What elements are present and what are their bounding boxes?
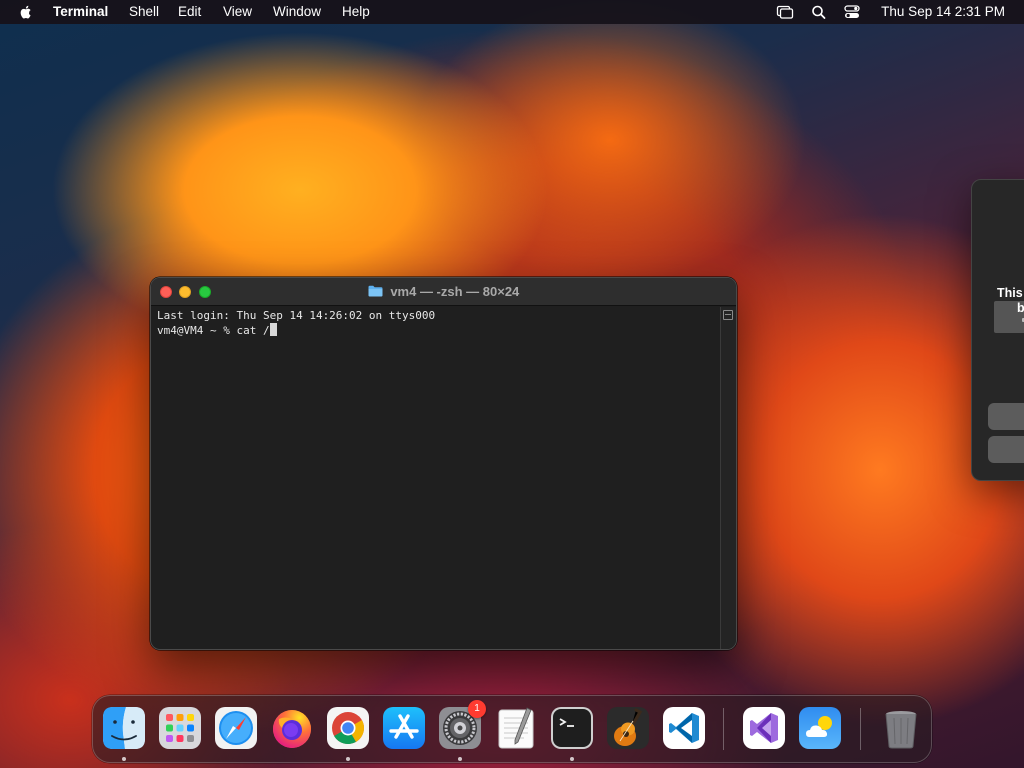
dock-finder[interactable] <box>102 706 146 750</box>
dock: 1 <box>92 695 932 763</box>
menu-shell[interactable]: Shell <box>129 4 159 20</box>
safari-icon <box>215 707 257 749</box>
screen-mirroring-icon[interactable] <box>776 4 794 20</box>
terminal-title: vm4 — -zsh — 80×24 <box>151 285 736 299</box>
dock-textedit[interactable] <box>494 706 538 750</box>
terminal-content[interactable]: Last login: Thu Sep 14 14:26:02 on ttys0… <box>151 307 720 649</box>
partially-visible-dialog: This b <box>971 179 1024 481</box>
dock-divider <box>860 708 861 750</box>
dock-safari[interactable] <box>214 706 258 750</box>
menu-edit[interactable]: Edit <box>178 4 201 20</box>
terminal-prompt-text: vm4@VM4 ~ % cat / <box>157 324 270 337</box>
trash-icon <box>885 711 917 749</box>
notification-badge: 1 <box>468 700 486 718</box>
dialog-message-line-2: b <box>1017 301 1024 315</box>
menu-help[interactable]: Help <box>342 4 370 20</box>
menu-view[interactable]: View <box>223 4 252 20</box>
apple-menu-icon[interactable] <box>18 4 34 20</box>
dock-chrome[interactable] <box>326 706 370 750</box>
weather-icon <box>799 707 841 749</box>
dock-divider <box>723 708 724 750</box>
vscode-icon <box>663 707 705 749</box>
firefox-icon <box>273 710 311 748</box>
chrome-icon <box>327 707 369 749</box>
text-cursor <box>269 323 277 336</box>
visual-studio-icon <box>743 707 785 749</box>
terminal-scrollbar[interactable] <box>720 307 736 649</box>
garageband-icon <box>607 707 649 749</box>
finder-running-indicator <box>122 757 126 761</box>
dialog-primary-button[interactable] <box>988 403 1024 430</box>
menubar-clock[interactable]: Thu Sep 14 2:31 PM <box>881 4 1005 20</box>
app-store-icon <box>383 707 425 749</box>
dock-system-settings[interactable]: 1 <box>438 700 486 750</box>
system-settings-running-indicator <box>458 757 462 761</box>
split-pane-icon[interactable] <box>723 310 733 320</box>
menu-window[interactable]: Window <box>273 4 321 20</box>
dock-trash[interactable] <box>879 706 923 750</box>
search-icon[interactable] <box>810 4 828 20</box>
menu-bar: Terminal Shell Edit View Window Help Thu… <box>0 0 1024 24</box>
dock-visual-studio[interactable] <box>742 706 786 750</box>
dock-terminal[interactable] <box>550 706 594 750</box>
terminal-running-indicator <box>570 757 574 761</box>
textedit-icon <box>498 707 534 749</box>
launchpad-icon <box>159 707 201 749</box>
terminal-title-text: vm4 — -zsh — 80×24 <box>390 284 520 299</box>
folder-icon <box>368 285 383 297</box>
menu-app-terminal[interactable]: Terminal <box>53 4 108 20</box>
finder-icon <box>103 707 145 749</box>
terminal-icon <box>551 707 593 749</box>
dock-garageband[interactable] <box>606 706 650 750</box>
terminal-titlebar[interactable]: vm4 — -zsh — 80×24 <box>151 278 736 306</box>
dock-weather[interactable] <box>798 706 842 750</box>
dock-vscode[interactable] <box>662 706 706 750</box>
terminal-prompt-line: vm4@VM4 ~ % cat / <box>157 323 714 338</box>
control-center-icon[interactable] <box>843 4 861 20</box>
terminal-window: vm4 — -zsh — 80×24 Last login: Thu Sep 1… <box>150 277 737 650</box>
terminal-line: Last login: Thu Sep 14 14:26:02 on ttys0… <box>157 309 436 322</box>
dialog-message-line-1: This <box>997 286 1023 300</box>
dock-firefox[interactable] <box>270 706 314 750</box>
dock-launchpad[interactable] <box>158 706 202 750</box>
chrome-running-indicator <box>346 757 350 761</box>
dialog-secondary-button[interactable] <box>988 436 1024 463</box>
dock-app-store[interactable] <box>382 706 426 750</box>
